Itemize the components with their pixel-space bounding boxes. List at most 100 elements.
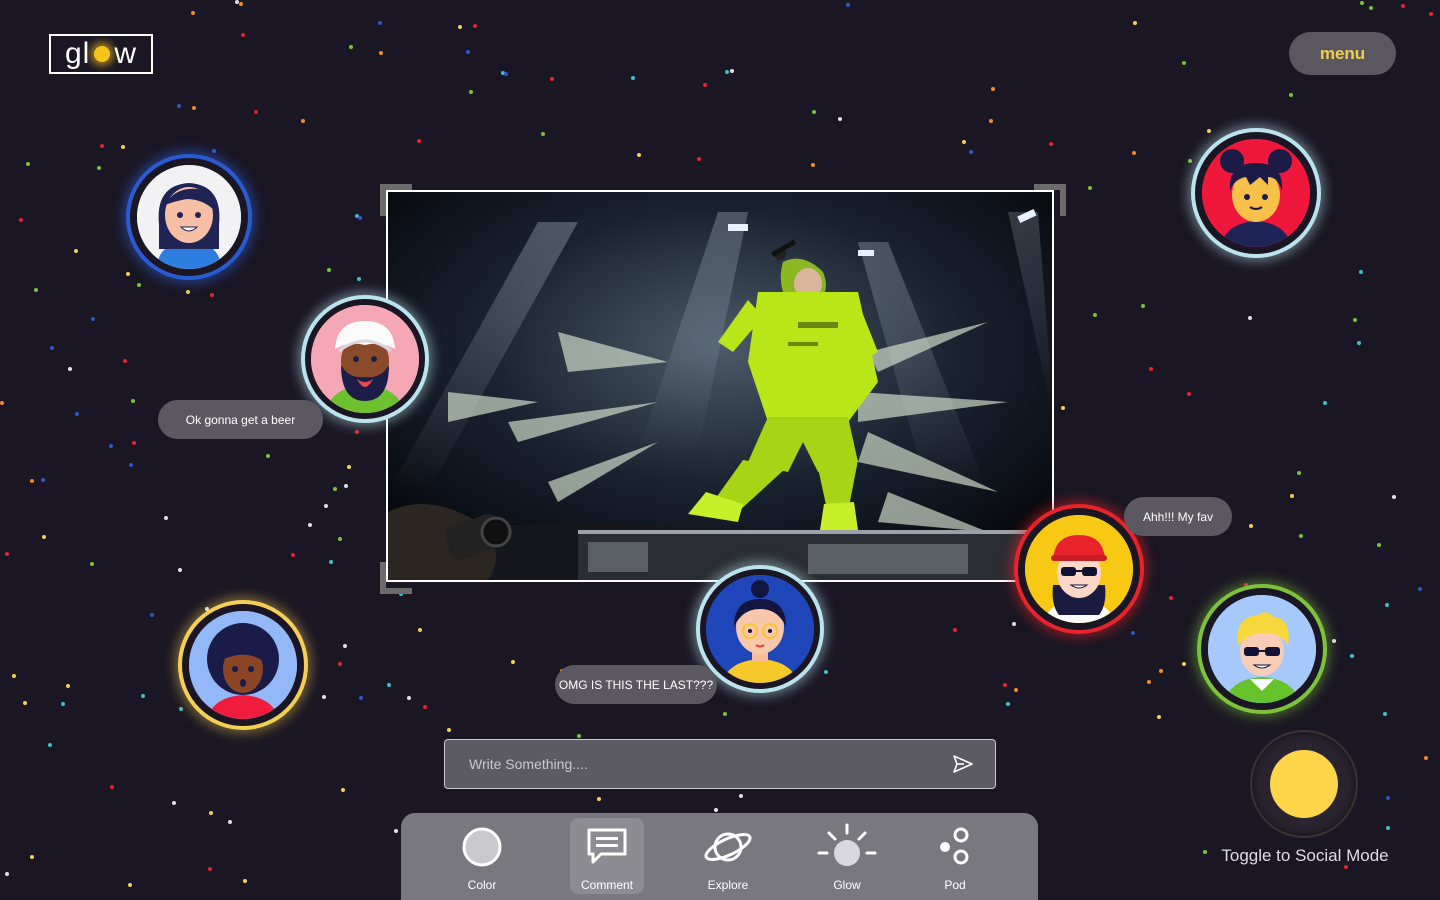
tool-glow[interactable]: Glow bbox=[810, 818, 884, 894]
confetti-dot bbox=[1088, 186, 1092, 190]
social-mode-toggle[interactable] bbox=[1252, 732, 1356, 836]
confetti-dot bbox=[192, 106, 196, 110]
confetti-dot bbox=[812, 110, 816, 114]
confetti-dot bbox=[1297, 471, 1301, 475]
avatar-buns-girl-icon bbox=[1202, 139, 1310, 247]
confetti-dot bbox=[418, 628, 422, 632]
tool-comment[interactable]: Comment bbox=[570, 818, 644, 894]
confetti-dot bbox=[1383, 712, 1387, 716]
glow-logo[interactable]: gl w bbox=[49, 34, 153, 74]
tool-comment-label: Comment bbox=[580, 878, 633, 892]
confetti-dot bbox=[0, 401, 4, 405]
confetti-dot bbox=[407, 696, 411, 700]
confetti-dot bbox=[577, 734, 581, 738]
menu-button[interactable]: menu bbox=[1289, 32, 1396, 75]
avatar-blonde-sunglasses[interactable] bbox=[1197, 584, 1327, 714]
confetti-dot bbox=[291, 553, 295, 557]
confetti-dot bbox=[1424, 756, 1428, 760]
tool-glow-label: Glow bbox=[833, 878, 861, 892]
confetti-dot bbox=[1182, 662, 1186, 666]
confetti-dot bbox=[1157, 715, 1161, 719]
confetti-dot bbox=[243, 879, 247, 883]
confetti-dot bbox=[186, 290, 190, 294]
avatar-glasses-girl-icon bbox=[706, 575, 814, 683]
confetti-dot bbox=[12, 674, 16, 678]
avatar-curly-hair-icon bbox=[189, 611, 297, 719]
confetti-dot bbox=[266, 454, 270, 458]
confetti-dot bbox=[75, 412, 79, 416]
confetti-dot bbox=[23, 701, 27, 705]
confetti-dot bbox=[30, 855, 34, 859]
confetti-dot bbox=[417, 139, 421, 143]
tool-color[interactable]: Color bbox=[445, 818, 519, 894]
confetti-dot bbox=[48, 743, 52, 747]
confetti-dot bbox=[329, 560, 333, 564]
confetti-dot bbox=[1131, 631, 1135, 635]
confetti-dot bbox=[846, 3, 850, 7]
confetti-dot bbox=[42, 535, 46, 539]
concert-image bbox=[388, 192, 1052, 580]
confetti-dot bbox=[703, 83, 707, 87]
confetti-dot bbox=[1289, 93, 1293, 97]
confetti-dot bbox=[1360, 1, 1364, 5]
avatar-buns-girl[interactable] bbox=[1191, 128, 1321, 258]
confetti-dot bbox=[68, 367, 72, 371]
confetti-dot bbox=[1061, 406, 1065, 410]
confetti-dot bbox=[1418, 587, 1422, 591]
avatar-woman-top-left[interactable] bbox=[126, 154, 252, 280]
confetti-dot bbox=[333, 487, 337, 491]
confetti-dot bbox=[1207, 129, 1211, 133]
confetti-dot bbox=[179, 707, 183, 711]
confetti-dot bbox=[631, 76, 635, 80]
avatar-glasses-girl[interactable] bbox=[696, 565, 824, 693]
confetti-dot bbox=[141, 694, 145, 698]
confetti-dot bbox=[1003, 683, 1007, 687]
confetti-dot bbox=[1369, 6, 1373, 10]
logo-text-prefix: gl bbox=[64, 37, 91, 70]
confetti-dot bbox=[1147, 680, 1151, 684]
confetti-dot bbox=[358, 216, 362, 220]
confetti-dot bbox=[19, 218, 23, 222]
chat-bubble-beer: Ok gonna get a beer bbox=[158, 400, 323, 439]
confetti-dot bbox=[473, 24, 477, 28]
confetti-dot bbox=[5, 872, 9, 876]
confetti-dot bbox=[239, 2, 243, 6]
confetti-dot bbox=[209, 811, 213, 815]
confetti-dot bbox=[969, 150, 973, 154]
message-composer bbox=[444, 739, 996, 789]
confetti-dot bbox=[1049, 142, 1053, 146]
confetti-dot bbox=[210, 293, 214, 297]
confetti-dot bbox=[1299, 534, 1303, 538]
confetti-dot bbox=[1350, 654, 1354, 658]
confetti-dot bbox=[359, 696, 363, 700]
confetti-dot bbox=[322, 695, 326, 699]
confetti-dot bbox=[177, 104, 181, 108]
tool-explore[interactable]: Explore bbox=[691, 818, 765, 894]
confetti-dot bbox=[5, 552, 9, 556]
confetti-dot bbox=[254, 110, 258, 114]
message-input[interactable] bbox=[445, 739, 943, 789]
planet-icon bbox=[704, 832, 752, 862]
confetti-dot bbox=[1392, 495, 1396, 499]
confetti-dot bbox=[126, 272, 130, 276]
avatar-blonde-sunglasses-icon bbox=[1208, 595, 1316, 703]
sun-icon bbox=[817, 823, 877, 866]
avatar-red-cap-icon bbox=[1025, 515, 1133, 623]
confetti-dot bbox=[1353, 318, 1357, 322]
confetti-dot bbox=[208, 867, 212, 871]
confetti-dot bbox=[469, 90, 473, 94]
avatar-curly-hair[interactable] bbox=[178, 600, 308, 730]
confetti-dot bbox=[504, 72, 508, 76]
confetti-dot bbox=[100, 144, 104, 148]
social-mode-label: Toggle to Social Mode bbox=[1221, 846, 1389, 865]
confetti-dot bbox=[541, 132, 545, 136]
tool-pod[interactable]: Pod bbox=[918, 818, 992, 894]
confetti-dot bbox=[1093, 313, 1097, 317]
concert-stream[interactable] bbox=[386, 190, 1054, 582]
confetti-dot bbox=[1332, 639, 1336, 643]
avatar-turban-man[interactable] bbox=[301, 295, 429, 423]
confetti-dot bbox=[338, 537, 342, 541]
send-button[interactable] bbox=[943, 744, 983, 784]
confetti-dot bbox=[714, 808, 718, 812]
confetti-dot bbox=[150, 613, 154, 617]
